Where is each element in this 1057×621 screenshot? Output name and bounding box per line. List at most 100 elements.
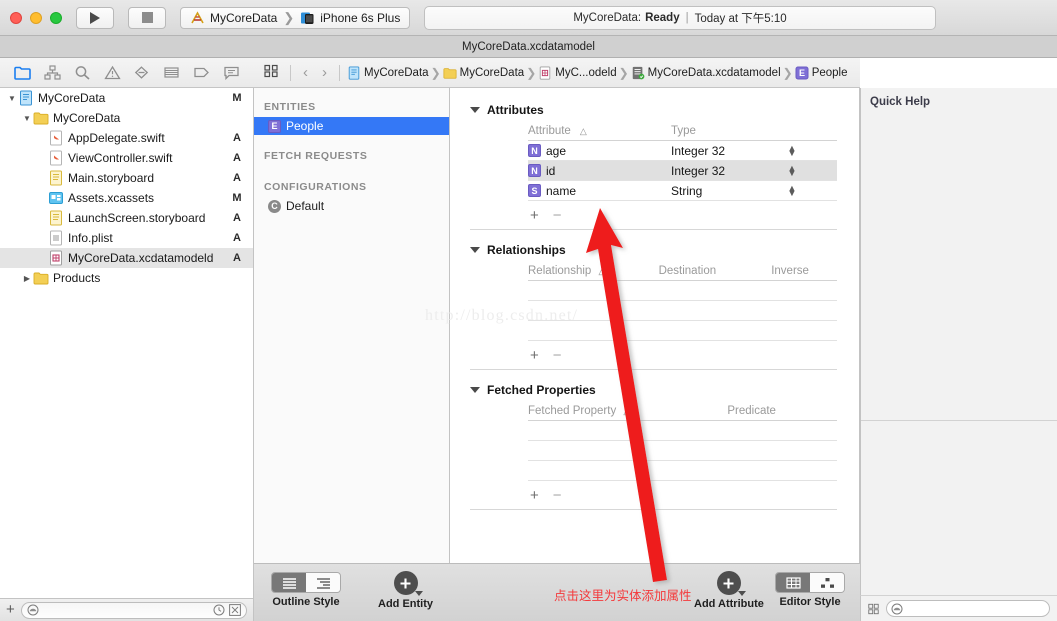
fetched-property-row[interactable] — [528, 421, 837, 441]
chevron-left-icon[interactable]: ‹ — [298, 64, 313, 81]
chevron-right-icon[interactable]: › — [317, 64, 332, 81]
add-relationship-row-button[interactable]: + — [530, 347, 539, 364]
breadcrumb-item[interactable]: MyCoreData.xcdatamodel — [631, 66, 781, 80]
entities-outline-pane[interactable]: ENTITIES E People FETCH REQUESTS CONFIGURATI… — [254, 88, 450, 563]
fetched-property-row[interactable] — [528, 461, 837, 481]
relationship-row[interactable] — [528, 301, 837, 321]
breadcrumb-item[interactable]: MyCoreData — [443, 66, 524, 80]
entity-row[interactable]: E People — [254, 117, 449, 135]
navigator-filter-field[interactable] — [20, 601, 247, 619]
fetched-property-row[interactable] — [528, 441, 837, 461]
inspector-filter-field[interactable] — [886, 600, 1050, 617]
table-outline-icon[interactable] — [272, 573, 306, 592]
outline-style-segmented-control[interactable] — [271, 572, 341, 593]
disclosure-triangle-icon[interactable] — [470, 387, 480, 393]
column-header-fetched-property[interactable]: Fetched Property △ — [528, 405, 727, 417]
configuration-row[interactable]: C Default — [254, 197, 449, 215]
add-entity-button[interactable] — [393, 571, 423, 596]
add-entity-menu-caret[interactable] — [414, 591, 423, 596]
inspector-filter-input[interactable] — [903, 602, 1045, 615]
breadcrumb-item[interactable]: MyC...odeld — [538, 65, 617, 80]
disclosure-triangle-icon[interactable] — [470, 247, 480, 253]
close-window-button[interactable] — [10, 11, 22, 24]
attribute-name[interactable]: id — [546, 164, 555, 178]
disclosure-triangle-icon[interactable] — [470, 107, 480, 113]
tree-outline-icon[interactable] — [306, 573, 340, 592]
attribute-row[interactable]: Nid Integer 32 ▲ ▼ — [528, 161, 837, 181]
stop-button[interactable] — [128, 6, 166, 29]
issue-navigator-icon[interactable] — [103, 65, 121, 80]
scheme-destination-chip[interactable]: MyCoreData ❯ iPhone 6s Plus — [180, 6, 411, 29]
attribute-type[interactable]: Integer 32 — [671, 164, 783, 178]
relationships-table[interactable]: Relationship △ Destination Inverse — [528, 262, 837, 341]
remove-attribute-row-button[interactable]: − — [553, 207, 562, 224]
column-header-type[interactable]: Type — [671, 125, 783, 137]
add-entity-label: Add Entity — [378, 598, 433, 610]
attribute-name[interactable]: age — [546, 144, 566, 158]
source-control-navigator-icon[interactable] — [44, 65, 61, 80]
navigator-row[interactable]: Main.storyboard A — [0, 168, 253, 188]
attribute-name[interactable]: name — [546, 184, 576, 198]
plus-icon[interactable]: + — [6, 602, 15, 617]
editor-style-segmented-control[interactable] — [775, 572, 845, 593]
navigator-row[interactable]: ▼ MyCoreData M — [0, 88, 253, 108]
add-attribute-row-button[interactable]: + — [530, 207, 539, 224]
library-grid-icon[interactable] — [868, 602, 879, 616]
test-navigator-icon[interactable] — [133, 65, 150, 80]
graph-editor-icon[interactable] — [810, 573, 844, 592]
column-header-attribute[interactable]: Attribute △ — [528, 125, 671, 137]
navigator-row[interactable]: Info.plist A — [0, 228, 253, 248]
breadcrumb-item[interactable]: E People — [795, 66, 848, 80]
breakpoint-navigator-icon[interactable] — [193, 65, 210, 80]
attributes-table[interactable]: Attribute △ Type Nage Integer 32 ▲ ▼ Nid Inte… — [528, 122, 837, 201]
clock-icon[interactable] — [213, 604, 225, 616]
source-control-filter-icon[interactable] — [229, 604, 241, 616]
attribute-row[interactable]: Sname String ▲ ▼ — [528, 181, 837, 201]
zoom-window-button[interactable] — [50, 11, 62, 24]
fetched-properties-table[interactable]: Fetched Property △ Predicate — [528, 402, 837, 481]
navigator-row[interactable]: AppDelegate.swift A — [0, 128, 253, 148]
remove-relationship-row-button[interactable]: − — [553, 347, 562, 364]
document-tab-bar[interactable]: MyCoreData.xcdatamodel — [0, 36, 1057, 58]
add-attribute-button[interactable] — [716, 571, 746, 596]
navigator-filter-input[interactable] — [42, 604, 209, 616]
disclosure-triangle-icon[interactable]: ▼ — [21, 114, 33, 123]
breadcrumb-item[interactable]: MyCoreData — [347, 65, 429, 80]
attribute-row[interactable]: Nage Integer 32 ▲ ▼ — [528, 141, 837, 161]
relationship-row[interactable] — [528, 321, 837, 341]
navigator-row[interactable]: ViewController.swift A — [0, 148, 253, 168]
attributes-section-header[interactable]: Attributes — [450, 98, 859, 122]
add-attribute-menu-caret[interactable] — [737, 591, 746, 596]
fetched-properties-section-header[interactable]: Fetched Properties — [450, 378, 859, 402]
navigator-row-status: A — [233, 172, 241, 184]
attribute-type[interactable]: String — [671, 184, 783, 198]
column-header-predicate[interactable]: Predicate — [727, 405, 837, 417]
symbol-navigator-icon[interactable] — [74, 65, 91, 80]
navigator-row[interactable]: ▶ Products — [0, 268, 253, 288]
disclosure-triangle-icon[interactable]: ▶ — [21, 274, 33, 283]
run-button[interactable] — [76, 6, 114, 29]
column-header-inverse[interactable]: Inverse — [771, 265, 837, 277]
debug-navigator-icon[interactable] — [163, 65, 180, 80]
column-header-destination[interactable]: Destination — [659, 265, 772, 277]
attribute-type[interactable]: Integer 32 — [671, 144, 783, 158]
related-items-icon[interactable] — [260, 64, 283, 81]
disclosure-triangle-icon[interactable]: ▼ — [6, 94, 18, 103]
attribute-type-stepper[interactable]: ▲ ▼ — [783, 183, 801, 197]
remove-fetched-property-row-button[interactable]: − — [553, 487, 562, 504]
column-header-relationship[interactable]: Relationship △ — [528, 265, 659, 277]
minimize-window-button[interactable] — [30, 11, 42, 24]
navigator-row[interactable]: LaunchScreen.storyboard A — [0, 208, 253, 228]
add-fetched-property-row-button[interactable]: + — [530, 487, 539, 504]
project-navigator-icon[interactable] — [14, 65, 32, 80]
attribute-type-stepper[interactable]: ▲ ▼ — [783, 163, 801, 177]
table-editor-icon[interactable] — [776, 573, 810, 592]
navigator-row[interactable]: ▼ MyCoreData — [0, 108, 253, 128]
project-navigator[interactable]: ▼ MyCoreData M ▼ MyCoreData AppDelegate.swift… — [0, 88, 254, 598]
relationships-section-header[interactable]: Relationships — [450, 238, 859, 262]
navigator-row[interactable]: MyCoreData.xcdatamodeld A — [0, 248, 253, 268]
relationship-row[interactable] — [528, 281, 837, 301]
report-navigator-icon[interactable] — [223, 65, 240, 80]
attribute-type-stepper[interactable]: ▲ ▼ — [783, 143, 801, 157]
navigator-row[interactable]: Assets.xcassets M — [0, 188, 253, 208]
